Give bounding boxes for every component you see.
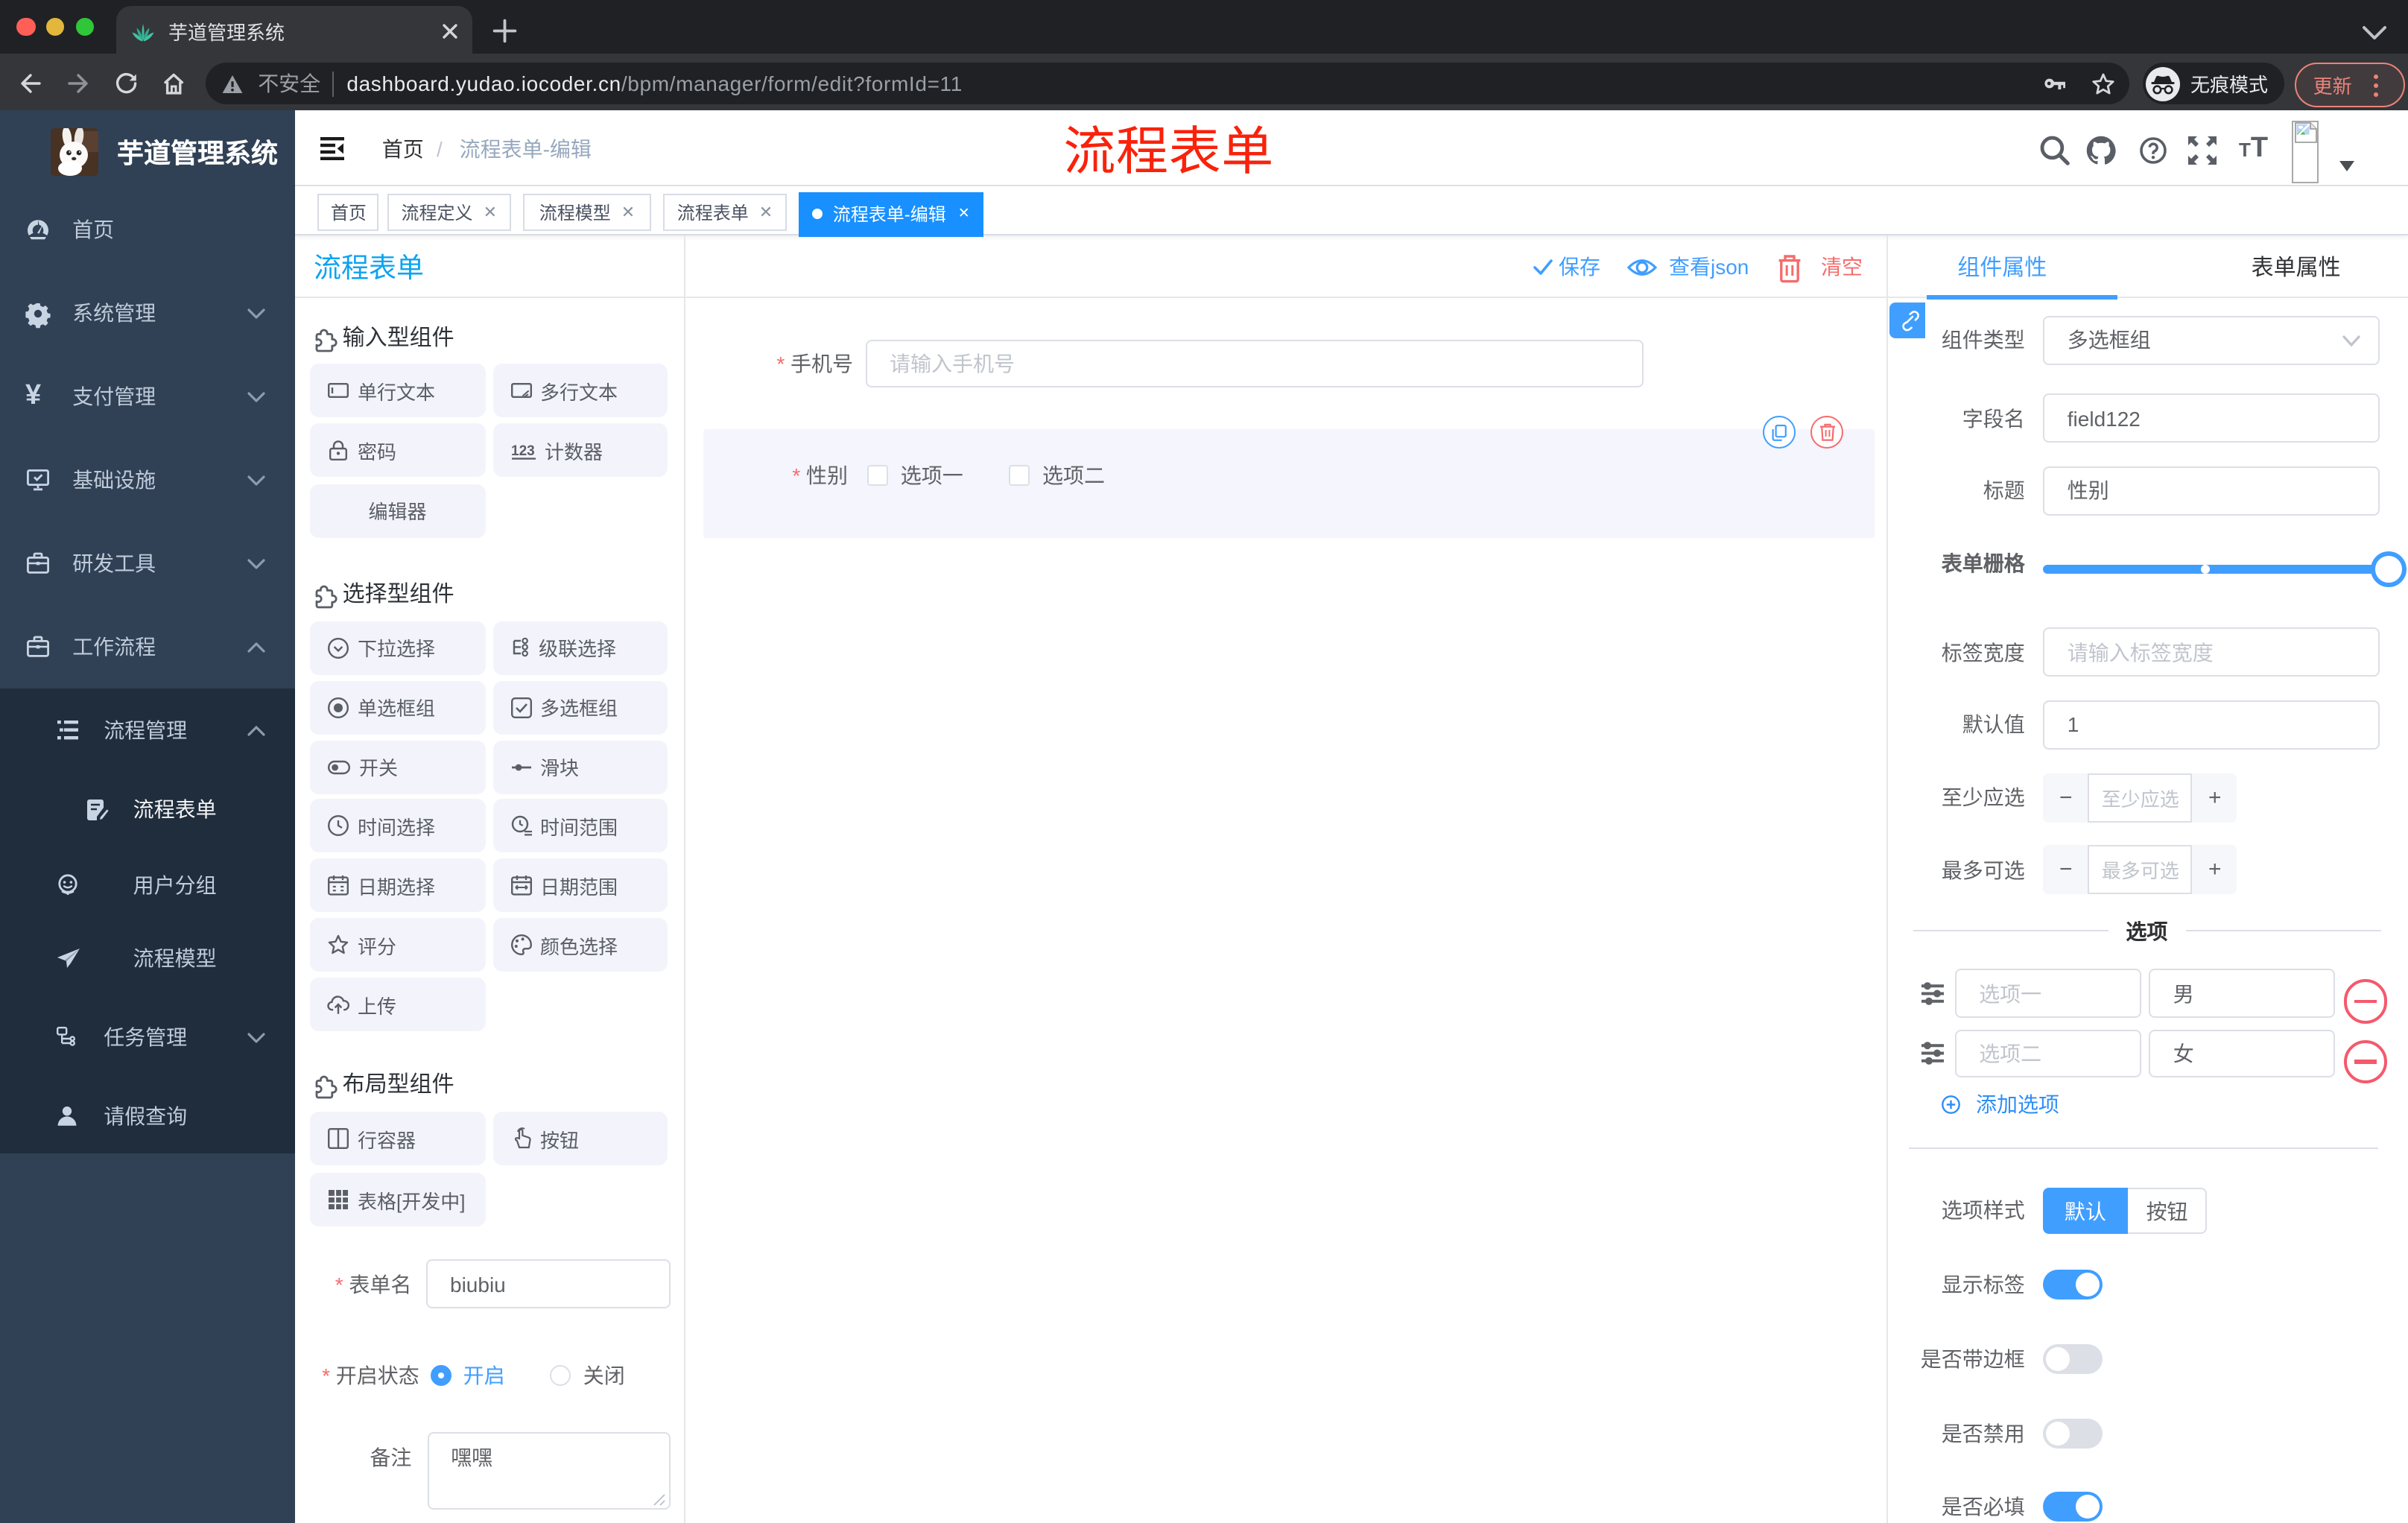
svg-text:123: 123 <box>510 444 534 460</box>
